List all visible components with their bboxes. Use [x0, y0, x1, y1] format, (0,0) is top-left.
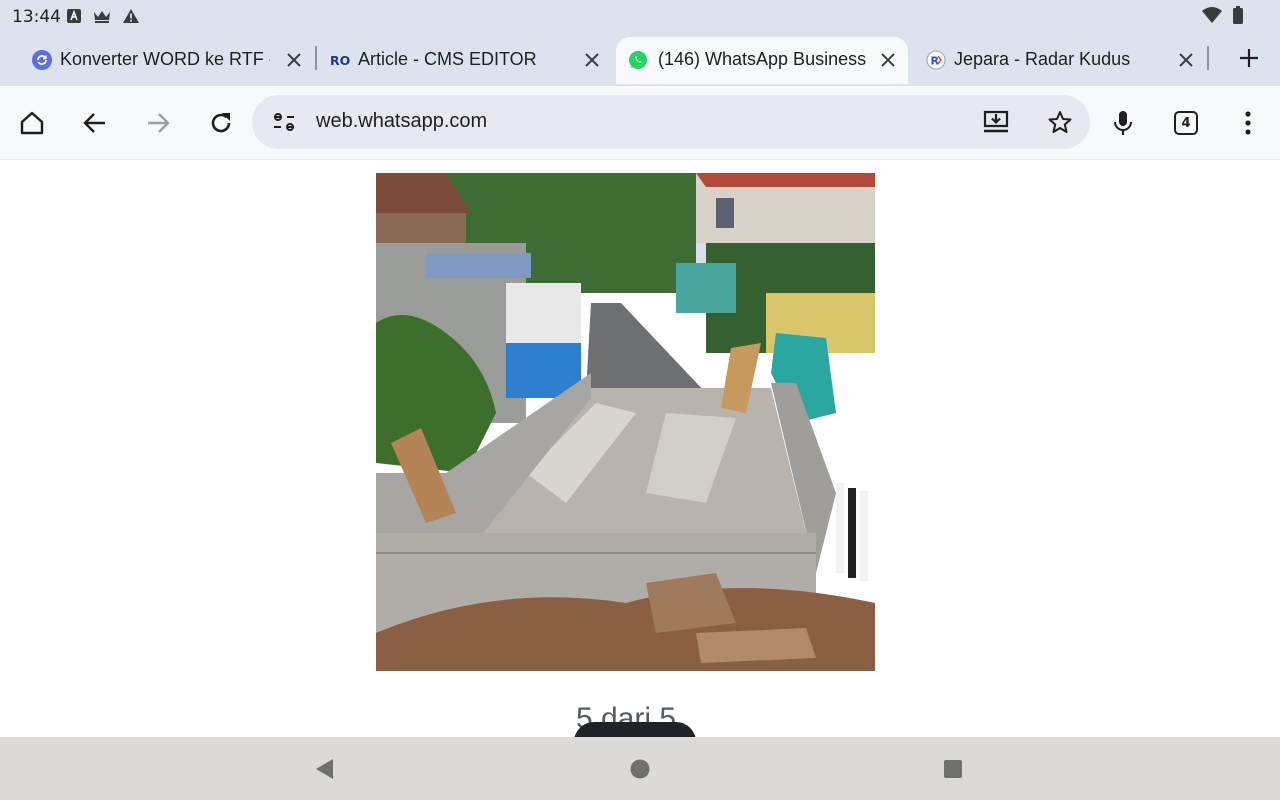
- url-text: web.whatsapp.com: [316, 110, 488, 132]
- close-icon[interactable]: [878, 50, 898, 70]
- site-settings-button[interactable]: [270, 108, 298, 136]
- battery-icon: [1233, 6, 1243, 24]
- media-caption-pill: [574, 722, 696, 737]
- microphone-icon: [1114, 111, 1132, 135]
- warning-icon: [123, 9, 139, 23]
- close-icon[interactable]: [1176, 50, 1196, 70]
- tab-count: 4: [1174, 111, 1198, 135]
- tab-strip: Konverter WORD ke RTF - RO Article - CMS…: [0, 34, 1280, 86]
- status-icons-right: [1202, 6, 1244, 24]
- star-icon: [1048, 111, 1072, 133]
- ro-logo-icon: RO: [330, 53, 350, 68]
- web-content: 5 dari 5: [0, 160, 1280, 737]
- status-icons-left: [66, 8, 140, 24]
- omnibox[interactable]: web.whatsapp.com: [252, 95, 1090, 149]
- install-app-button[interactable]: [982, 108, 1010, 136]
- install-icon: [983, 110, 1009, 133]
- tab-separator: [1207, 46, 1209, 70]
- media-image[interactable]: [376, 173, 875, 671]
- system-nav-bar: [0, 737, 1280, 800]
- nav-recents-icon[interactable]: [940, 756, 966, 782]
- reload-button[interactable]: [206, 108, 236, 138]
- tune-icon: [274, 113, 294, 131]
- status-time: 13:44: [12, 7, 61, 27]
- more-vert-icon: [1245, 111, 1251, 135]
- tab-switcher-button[interactable]: 4: [1171, 108, 1201, 138]
- arrow-right-icon: [148, 113, 170, 133]
- arrow-left-icon: [83, 113, 105, 133]
- close-icon[interactable]: [582, 50, 602, 70]
- voice-search-button[interactable]: [1108, 108, 1138, 138]
- nav-home-icon[interactable]: [627, 756, 653, 782]
- radar-kudus-icon: R: [926, 50, 946, 70]
- tab-title: Article - CMS EDITOR: [358, 49, 537, 69]
- browser-toolbar: web.whatsapp.com 4: [0, 86, 1280, 160]
- text-a-icon: [67, 9, 81, 23]
- whatsapp-icon: [629, 51, 647, 69]
- tab-title: Jepara - Radar Kudus: [954, 49, 1131, 69]
- crown-icon: [94, 11, 110, 23]
- new-tab-plus-icon[interactable]: [1238, 47, 1260, 69]
- construction-photo: [376, 173, 875, 671]
- converter-icon: [32, 50, 52, 70]
- bookmark-button[interactable]: [1046, 108, 1074, 136]
- home-button[interactable]: [17, 108, 47, 138]
- forward-button[interactable]: [143, 108, 173, 138]
- reload-icon: [211, 113, 231, 133]
- tab-article-cms[interactable]: RO Article - CMS EDITOR: [312, 37, 612, 84]
- tab-title: (146) WhatsApp Business: [658, 49, 867, 69]
- home-icon: [20, 111, 44, 135]
- tab-title: Konverter WORD ke RTF -: [60, 49, 270, 69]
- menu-button[interactable]: [1233, 108, 1263, 138]
- close-icon[interactable]: [284, 50, 304, 70]
- nav-back-icon[interactable]: [312, 756, 338, 782]
- status-bar: 13:44: [0, 0, 1280, 34]
- tab-radar-kudus[interactable]: R Jepara - Radar Kudus: [908, 37, 1208, 84]
- svg-text:RO: RO: [330, 53, 350, 68]
- tab-whatsapp[interactable]: (146) WhatsApp Business: [616, 37, 908, 84]
- back-button[interactable]: [80, 108, 110, 138]
- wifi-icon: [1202, 7, 1222, 23]
- tab-konverter[interactable]: Konverter WORD ke RTF -: [14, 37, 314, 84]
